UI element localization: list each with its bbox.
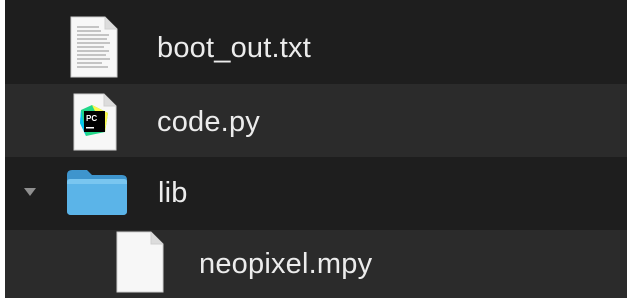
file-list: boot_out.txt PC code.py lib neopixel.mpy <box>5 0 627 298</box>
file-name: boot_out.txt <box>157 32 311 64</box>
folder-name: lib <box>158 177 188 209</box>
file-name: code.py <box>157 106 260 138</box>
pycharm-badge: PC <box>86 114 97 123</box>
folder-row-lib[interactable]: lib <box>5 157 627 230</box>
file-row-code-py[interactable]: PC code.py <box>5 84 627 157</box>
text-file-icon <box>70 16 118 78</box>
disclosure-triangle-icon[interactable] <box>22 184 38 200</box>
file-name: neopixel.mpy <box>199 248 373 280</box>
blank-file-icon <box>116 231 164 293</box>
pycharm-file-icon: PC <box>73 93 117 151</box>
file-row-boot-out[interactable]: boot_out.txt <box>5 11 627 84</box>
file-row-neopixel[interactable]: neopixel.mpy <box>5 230 627 298</box>
folder-icon <box>67 170 127 215</box>
